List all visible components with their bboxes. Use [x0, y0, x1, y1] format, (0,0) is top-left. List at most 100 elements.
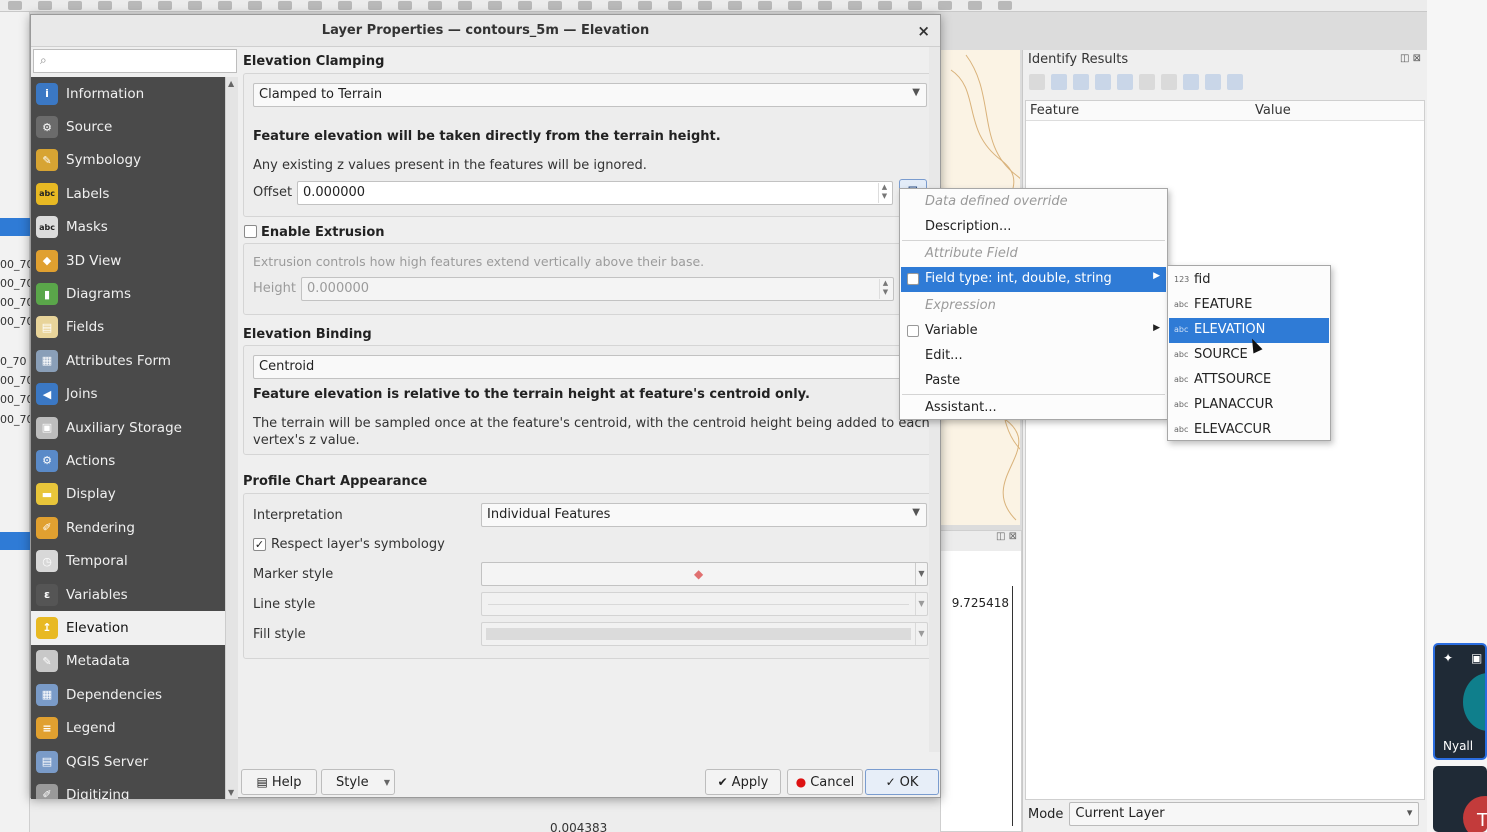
print-icon[interactable]	[1161, 74, 1177, 90]
display-bubble-icon: ▬	[36, 483, 58, 506]
dock-float-close-icon[interactable]: ◫ ⊠	[1400, 53, 1421, 64]
respect-symbology-checkbox[interactable]: ✓	[253, 538, 266, 551]
sidebar-item-diagrams[interactable]: ▮ Diagrams	[31, 277, 225, 310]
sidebar-item-digitizing[interactable]: ✐ Digitizing	[31, 778, 225, 799]
binding-select[interactable]: Centroid	[253, 355, 933, 379]
layer-name-fragment[interactable]: 00_70	[0, 374, 30, 387]
page-list-scrollbar[interactable]: ▲ ▼	[225, 77, 238, 799]
sidebar-item-labels[interactable]: abc Labels	[31, 177, 225, 210]
layer-name-fragment[interactable]: 00_70	[0, 296, 30, 309]
variables-icon: ε	[36, 583, 58, 606]
participant-video-tile-2[interactable]: T	[1433, 766, 1487, 832]
layer-name-fragment[interactable]: 00_70	[0, 413, 30, 426]
dialog-button-bar: ▤ Help Style ▼ ✔ Apply ● Cancel ✓ OK	[239, 768, 939, 796]
pin-icon[interactable]: ✦	[1443, 651, 1453, 665]
checkbox-icon	[907, 273, 919, 285]
layer-name-fragment[interactable]: 00_70	[0, 277, 30, 290]
diagram-icon: ▮	[36, 283, 58, 306]
elevation-icon: ↥	[36, 616, 58, 639]
sidebar-item-joins[interactable]: ◀ Joins	[31, 378, 225, 411]
extrusion-checkbox[interactable]	[244, 225, 257, 238]
offset-input[interactable]: 0.000000 ▲ ▼	[297, 181, 893, 205]
line-style-button[interactable]: ▼	[481, 592, 928, 616]
field-type-menu-item[interactable]: Field type: int, double, string ▶	[901, 267, 1166, 292]
sidebar-item-metadata[interactable]: ✎ Metadata	[31, 645, 225, 678]
description-menu-item[interactable]: Description...	[901, 215, 1166, 240]
feature-column-header[interactable]: Feature	[1026, 101, 1251, 120]
spin-arrows-icon: ▲ ▼	[879, 279, 891, 299]
sidebar-item-attributes-form[interactable]: ▦ Attributes Form	[31, 344, 225, 377]
assistant-menu-item[interactable]: Assistant...	[901, 396, 1166, 421]
copy-icon[interactable]	[1139, 74, 1155, 90]
expand-icon[interactable]	[1029, 74, 1045, 90]
field-item-elevaccur[interactable]: abc ELEVACCUR	[1169, 418, 1329, 443]
sidebar-item-information[interactable]: i Information	[31, 77, 225, 110]
sidebar-item-auxiliary-storage[interactable]: ▣ Auxiliary Storage	[31, 411, 225, 444]
field-item-planaccur[interactable]: abc PLANACCUR	[1169, 393, 1329, 418]
value-column-header[interactable]: Value	[1251, 101, 1295, 120]
search-input[interactable]: ⌕	[33, 49, 237, 73]
style-button[interactable]: Style ▼	[321, 769, 395, 795]
field-item-feature[interactable]: abc FEATURE	[1169, 293, 1329, 318]
sidebar-item-label: Diagrams	[66, 286, 131, 303]
sidebar-item-legend[interactable]: ≡ Legend	[31, 711, 225, 744]
paste-menu-item[interactable]: Paste	[901, 369, 1166, 394]
layer-name-fragment[interactable]: 00_70	[0, 258, 30, 271]
dock-buttons-icon[interactable]: ◫ ⊠	[941, 531, 1021, 551]
layer-name-fragment[interactable]: 0_70	[0, 355, 30, 368]
sidebar-item-qgis-server[interactable]: ▤ QGIS Server	[31, 745, 225, 778]
apply-button[interactable]: ✔ Apply	[705, 769, 781, 795]
sidebar-item-fields[interactable]: ▤ Fields	[31, 311, 225, 344]
sidebar-item-symbology[interactable]: ✎ Symbology	[31, 144, 225, 177]
select-features-icon[interactable]	[1117, 74, 1133, 90]
edit-menu-item[interactable]: Edit...	[901, 344, 1166, 369]
expand-new-icon[interactable]	[1095, 74, 1111, 90]
mode-select[interactable]: Current Layer	[1069, 802, 1420, 826]
fill-style-label: Fill style	[253, 627, 306, 642]
expand-tree-icon[interactable]	[1051, 74, 1067, 90]
field-item-attsource[interactable]: abc ATTSOURCE	[1169, 368, 1329, 393]
profile-max-value: 9.725418	[951, 596, 1009, 610]
field-type-icon: abc	[1174, 350, 1189, 359]
extrusion-label[interactable]: Enable Extrusion	[261, 225, 385, 240]
fill-style-button[interactable]: ▼	[481, 622, 928, 646]
layer-properties-dialog: Layer Properties — contours_5m — Elevati…	[30, 14, 941, 799]
help-button[interactable]: ▤ Help	[241, 769, 317, 795]
sidebar-item-3d-view[interactable]: ◆ 3D View	[31, 244, 225, 277]
field-item-fid[interactable]: 123 fid	[1169, 268, 1329, 293]
search-icon: ⌕	[40, 53, 47, 67]
settings-wrench-icon[interactable]	[1205, 74, 1221, 90]
sidebar-item-variables[interactable]: ε Variables	[31, 578, 225, 611]
identify-options-icon[interactable]	[1183, 74, 1199, 90]
field-type-icon: abc	[1174, 400, 1189, 409]
scroll-down-icon[interactable]: ▼	[228, 788, 234, 797]
collapse-tree-icon[interactable]	[1073, 74, 1089, 90]
variable-menu-item[interactable]: Variable ▶	[901, 319, 1166, 344]
close-icon[interactable]: ×	[917, 22, 930, 40]
dialog-titlebar[interactable]: Layer Properties — contours_5m — Elevati…	[31, 15, 940, 47]
sidebar-item-masks[interactable]: abc Masks	[31, 211, 225, 244]
sidebar-item-elevation[interactable]: ↥ Elevation	[31, 611, 225, 645]
clamping-select[interactable]: Clamped to Terrain ▼	[253, 83, 927, 107]
sidebar-item-temporal[interactable]: ◷ Temporal	[31, 544, 225, 577]
marker-style-button[interactable]: ◆ ▼	[481, 562, 928, 586]
layer-name-fragment[interactable]: 00_70	[0, 315, 30, 328]
participant-video-tile[interactable]: ✦ ▣ N Nyall	[1433, 643, 1487, 760]
field-item-source[interactable]: abc SOURCE	[1169, 343, 1329, 368]
cancel-button[interactable]: ● Cancel	[787, 769, 863, 795]
height-input[interactable]: 0.000000 ▲ ▼	[301, 277, 894, 301]
legend-icon: ≡	[36, 717, 58, 740]
ok-button[interactable]: ✓ OK	[865, 769, 939, 795]
sidebar-item-rendering[interactable]: ✐ Rendering	[31, 511, 225, 544]
layer-name-fragment[interactable]: 00_70	[0, 393, 30, 406]
sidebar-item-display[interactable]: ▬ Display	[31, 478, 225, 511]
elevation-profile-panel: ◫ ⊠ 9.725418	[940, 530, 1022, 832]
sidebar-item-dependencies[interactable]: ▦ Dependencies	[31, 678, 225, 711]
sidebar-item-source[interactable]: ⚙ Source	[31, 110, 225, 143]
help-book-icon[interactable]	[1227, 74, 1243, 90]
interpretation-select[interactable]: Individual Features ▼	[481, 503, 927, 527]
respect-symbology-label[interactable]: Respect layer's symbology	[271, 537, 445, 552]
chat-icon[interactable]: ▣	[1471, 651, 1482, 665]
sidebar-item-actions[interactable]: ⚙ Actions	[31, 444, 225, 477]
scroll-up-icon[interactable]: ▲	[228, 79, 234, 88]
